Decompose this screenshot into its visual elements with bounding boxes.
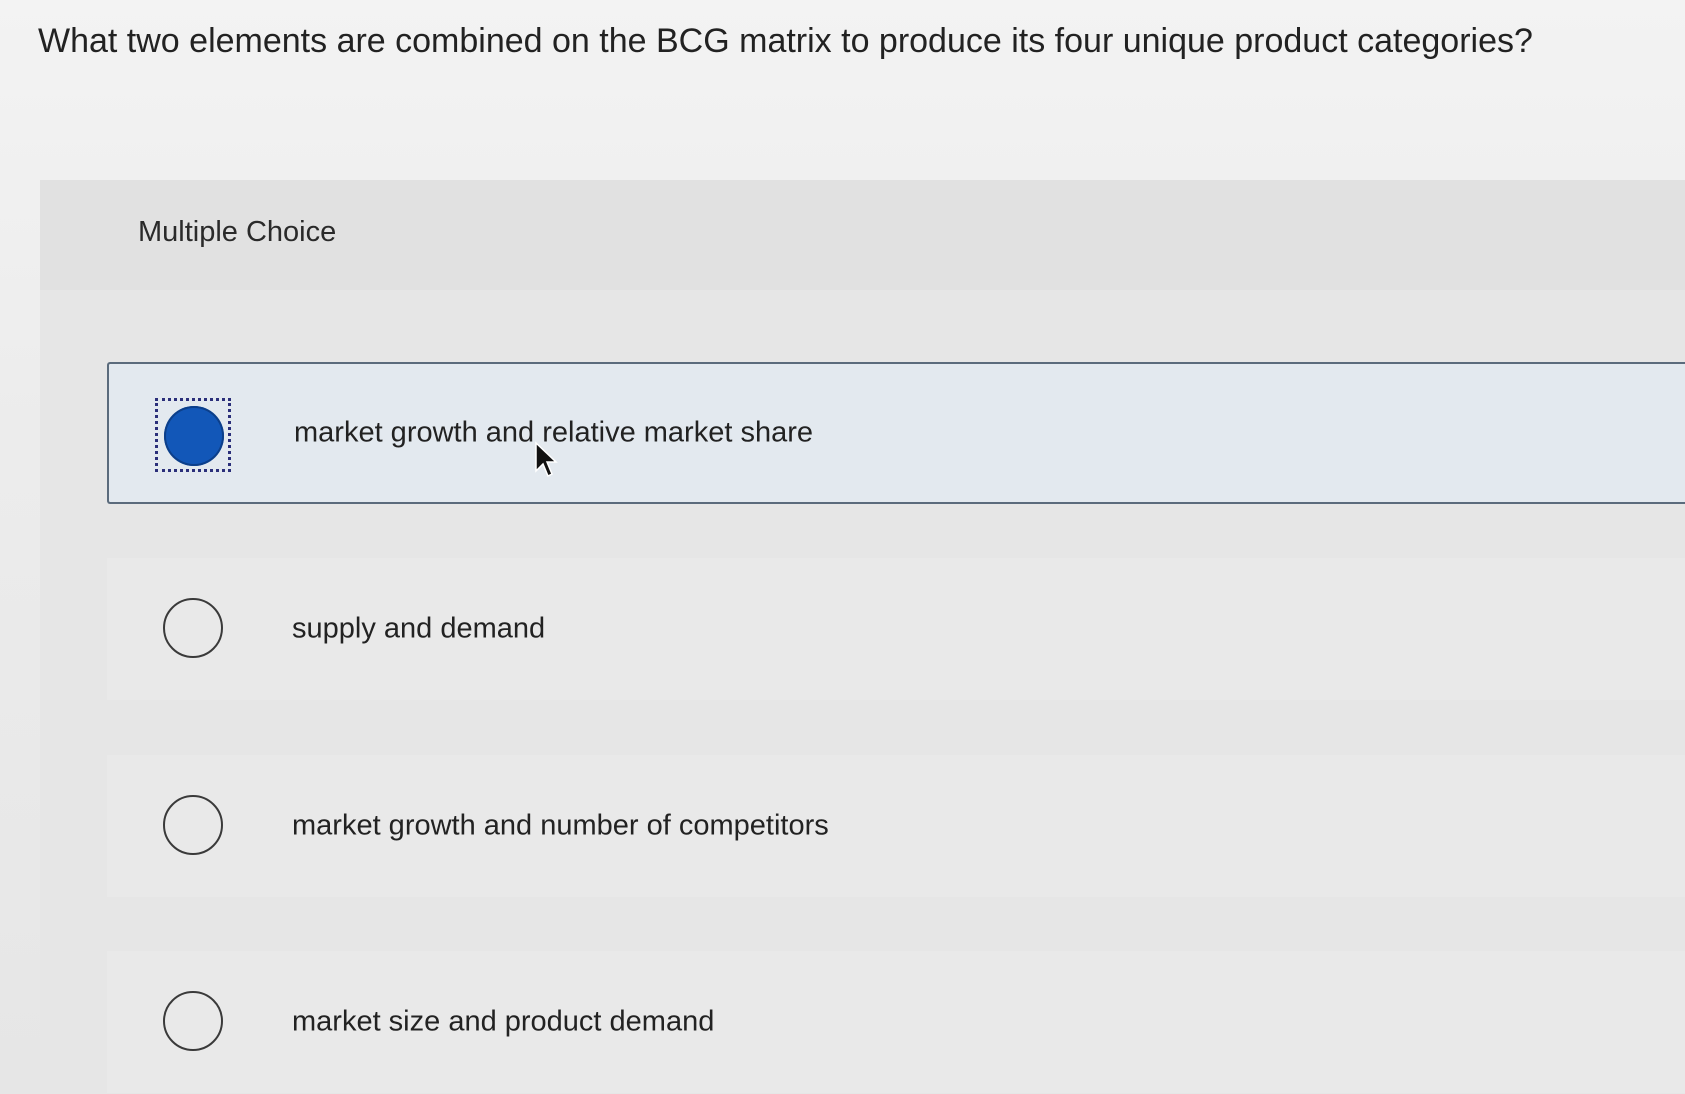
multiple-choice-label: Multiple Choice [138,216,337,248]
answer-option-1[interactable]: market growth and relative market share [107,362,1685,504]
radio-button[interactable] [163,991,223,1051]
radio-button-selected[interactable] [164,406,224,466]
answer-option-4[interactable]: market size and product demand [107,951,1685,1093]
question-text: What two elements are combined on the BC… [38,22,1533,60]
answer-option-3[interactable]: market growth and number of competitors [107,755,1685,897]
answer-option-2[interactable]: supply and demand [107,558,1685,700]
panel-header: Multiple Choice [40,180,1685,290]
mouse-pointer-icon [535,441,558,478]
answer-option-label: market size and product demand [292,1005,715,1038]
answer-option-label: supply and demand [292,612,546,645]
radio-focus-ring [155,398,231,472]
radio-button[interactable] [163,795,223,855]
multiple-choice-panel: Multiple Choice market growth and relati… [40,180,1685,1094]
radio-button[interactable] [163,598,223,658]
answer-option-label: market growth and number of competitors [292,809,829,842]
quiz-page: What two elements are combined on the BC… [0,0,1685,1094]
